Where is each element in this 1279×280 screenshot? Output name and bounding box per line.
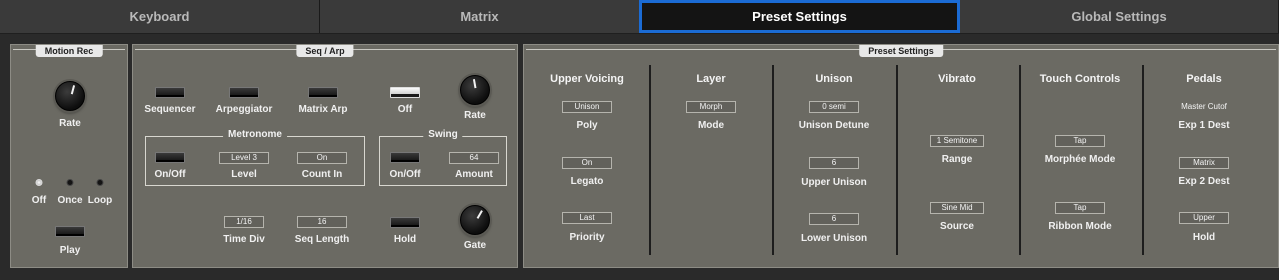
exp2-dest-value[interactable]: Matrix: [1179, 157, 1229, 169]
tab-matrix[interactable]: Matrix: [320, 0, 640, 33]
vibrato-source-label: Source: [940, 221, 974, 232]
hold-button[interactable]: [390, 217, 420, 228]
tab-bar: Keyboard Matrix Preset Settings Global S…: [0, 0, 1279, 34]
vibrato-range-label: Range: [941, 154, 973, 165]
sequencer-label: Sequencer: [144, 104, 196, 115]
column-divider: [1019, 65, 1021, 255]
matrix-arp-label: Matrix Arp: [298, 104, 348, 115]
upper-unison-value[interactable]: 6: [809, 157, 859, 169]
count-in-value[interactable]: On: [297, 152, 347, 164]
metronome-level-label: Level: [231, 169, 257, 180]
unison-header: Unison: [815, 73, 853, 85]
seq-rate-knob[interactable]: [460, 75, 490, 105]
morphee-mode-label: Morphée Mode: [1044, 154, 1116, 165]
exp1-dest-label: Exp 1 Dest: [1178, 120, 1230, 131]
tab-global-settings[interactable]: Global Settings: [960, 0, 1279, 33]
play-button[interactable]: [55, 226, 85, 237]
motion-off-led[interactable]: [35, 179, 43, 186]
poly-label: Poly: [576, 120, 598, 131]
motion-once-led[interactable]: [66, 179, 74, 186]
time-div-value[interactable]: 1/16: [224, 216, 264, 228]
unison-detune-value[interactable]: 0 semi: [809, 101, 859, 113]
column-divider: [896, 65, 898, 255]
swing-amount-value[interactable]: 64: [449, 152, 499, 164]
swing-onoff-button[interactable]: [390, 152, 420, 163]
seq-arp-panel: Seq / Arp Sequencer Arpeggiator Matrix A…: [132, 44, 518, 268]
upper-voicing-header: Upper Voicing: [550, 73, 624, 85]
ribbon-mode-label: Ribbon Mode: [1048, 221, 1112, 232]
pedals-header: Pedals: [1186, 73, 1222, 85]
vibrato-header: Vibrato: [938, 73, 976, 85]
upper-unison-label: Upper Unison: [801, 177, 867, 188]
preset-settings-title: Preset Settings: [859, 45, 943, 57]
motion-rec-panel: Motion Rec Rate Off Once Loop Play: [10, 44, 128, 268]
exp1-dest-value[interactable]: Master Cutof: [1177, 102, 1231, 114]
arp-off-label: Off: [397, 104, 413, 115]
tab-keyboard[interactable]: Keyboard: [0, 0, 320, 33]
layer-header: Layer: [696, 73, 726, 85]
hold-dest-label: Hold: [1192, 232, 1216, 243]
seq-length-label: Seq Length: [294, 234, 350, 245]
seq-rate-label: Rate: [464, 110, 486, 121]
knob-indicator: [70, 85, 76, 95]
metronome-onoff-label: On/Off: [154, 169, 186, 180]
ribbon-mode-value[interactable]: Tap: [1055, 202, 1105, 214]
arp-off-button[interactable]: [390, 87, 420, 98]
seq-length-value[interactable]: 16: [297, 216, 347, 228]
exp2-dest-label: Exp 2 Dest: [1178, 176, 1230, 187]
priority-value[interactable]: Last: [562, 212, 612, 224]
motion-once-label: Once: [57, 195, 83, 206]
swing-onoff-label: On/Off: [389, 169, 421, 180]
motion-rate-knob[interactable]: [55, 81, 85, 111]
motion-loop-led[interactable]: [96, 179, 104, 186]
layer-mode-value[interactable]: Morph: [686, 101, 736, 113]
metronome-title: Metronome: [223, 129, 287, 140]
time-div-label: Time Div: [223, 234, 265, 245]
swing-amount-label: Amount: [455, 169, 493, 180]
preset-settings-panel: Preset Settings Upper Voicing Unison Pol…: [523, 44, 1279, 268]
lower-unison-label: Lower Unison: [800, 233, 868, 244]
tab-preset-settings[interactable]: Preset Settings: [639, 0, 960, 33]
swing-title: Swing: [423, 129, 463, 140]
priority-label: Priority: [569, 232, 605, 243]
column-divider: [772, 65, 774, 255]
arpeggiator-label: Arpeggiator: [215, 104, 273, 115]
morphee-mode-value[interactable]: Tap: [1055, 135, 1105, 147]
column-divider: [1142, 65, 1144, 255]
gate-knob[interactable]: [460, 205, 490, 235]
matrix-arp-button[interactable]: [308, 87, 338, 98]
sequencer-button[interactable]: [155, 87, 185, 98]
vibrato-range-value[interactable]: 1 Semitone: [930, 135, 984, 147]
motion-rate-label: Rate: [59, 118, 81, 129]
touch-controls-header: Touch Controls: [1039, 73, 1121, 85]
unison-detune-label: Unison Detune: [798, 120, 870, 131]
motion-off-label: Off: [31, 195, 47, 206]
metronome-onoff-button[interactable]: [155, 152, 185, 163]
gate-label: Gate: [463, 240, 487, 251]
column-divider: [649, 65, 651, 255]
play-label: Play: [59, 245, 81, 256]
legato-value[interactable]: On: [562, 157, 612, 169]
hold-label: Hold: [393, 234, 417, 245]
vibrato-source-value[interactable]: Sine Mid: [930, 202, 984, 214]
count-in-label: Count In: [301, 169, 343, 180]
legato-label: Legato: [570, 176, 604, 187]
hold-dest-value[interactable]: Upper: [1179, 212, 1229, 224]
knob-indicator: [472, 79, 477, 89]
metronome-level-value[interactable]: Level 3: [219, 152, 269, 164]
motion-rec-title: Motion Rec: [35, 45, 103, 57]
knob-indicator: [476, 210, 483, 219]
lower-unison-value[interactable]: 6: [809, 213, 859, 225]
arpeggiator-button[interactable]: [229, 87, 259, 98]
seq-arp-title: Seq / Arp: [296, 45, 354, 57]
poly-value[interactable]: Unison: [562, 101, 612, 113]
motion-loop-label: Loop: [87, 195, 113, 206]
layer-mode-label: Mode: [697, 120, 725, 131]
